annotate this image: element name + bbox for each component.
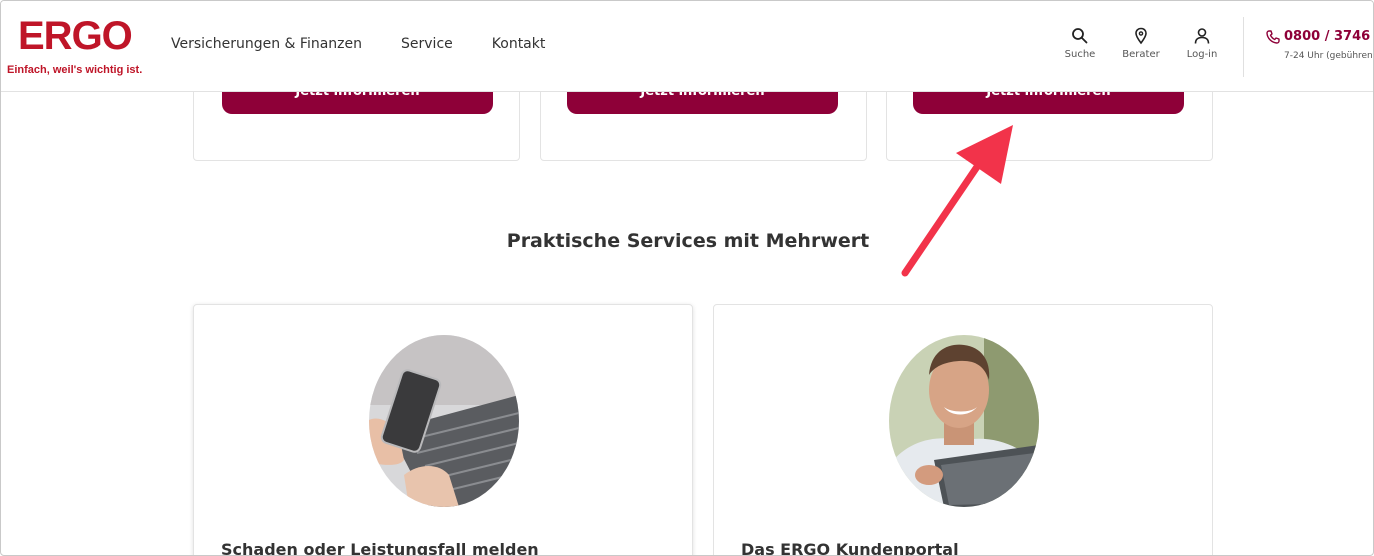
header-divider <box>1243 17 1244 77</box>
login-button[interactable]: Log-in <box>1177 27 1227 60</box>
search-icon <box>1072 28 1088 44</box>
hotline-phone[interactable]: 0800 / 3746 09 <box>1266 29 1373 44</box>
hotline-hours: 7-24 Uhr (gebührenf <box>1284 51 1374 61</box>
user-icon <box>1194 28 1210 44</box>
site-header: ERGO Einfach, weil's wichtig ist. Versic… <box>1 1 1374 92</box>
search-button[interactable]: Suche <box>1055 27 1105 60</box>
service-card-kundenportal[interactable]: Das ERGO Kundenportal <box>713 304 1213 556</box>
brand-tagline: Einfach, weil's wichtig ist. <box>7 64 143 76</box>
phone-icon <box>1266 29 1280 44</box>
nav-item-versicherungen[interactable]: Versicherungen & Finanzen <box>171 36 362 52</box>
service-card-schaden[interactable]: Schaden oder Leistungsfall melden <box>193 304 693 556</box>
nav-item-service[interactable]: Service <box>401 36 453 52</box>
service-card-title: Schaden oder Leistungsfall melden <box>221 540 539 556</box>
section-title: Praktische Services mit Mehrwert <box>506 230 870 252</box>
service-card-title: Das ERGO Kundenportal <box>741 540 959 556</box>
smiling-man-tablet-photo <box>889 335 1039 507</box>
phone-laptop-photo <box>369 335 519 507</box>
location-pin-icon <box>1135 27 1147 45</box>
berater-label: Berater <box>1122 49 1160 60</box>
page-frame: ERGO Einfach, weil's wichtig ist. Versic… <box>0 0 1374 556</box>
search-label: Suche <box>1064 49 1096 60</box>
berater-button[interactable]: Berater <box>1116 27 1166 60</box>
main-nav: Versicherungen & Finanzen Service Kontak… <box>171 36 545 52</box>
hotline-number: 0800 / 3746 09 <box>1284 29 1373 44</box>
login-label: Log-in <box>1186 49 1218 60</box>
ergo-logo[interactable]: ERGO <box>18 15 133 57</box>
nav-item-kontakt[interactable]: Kontakt <box>492 36 546 52</box>
